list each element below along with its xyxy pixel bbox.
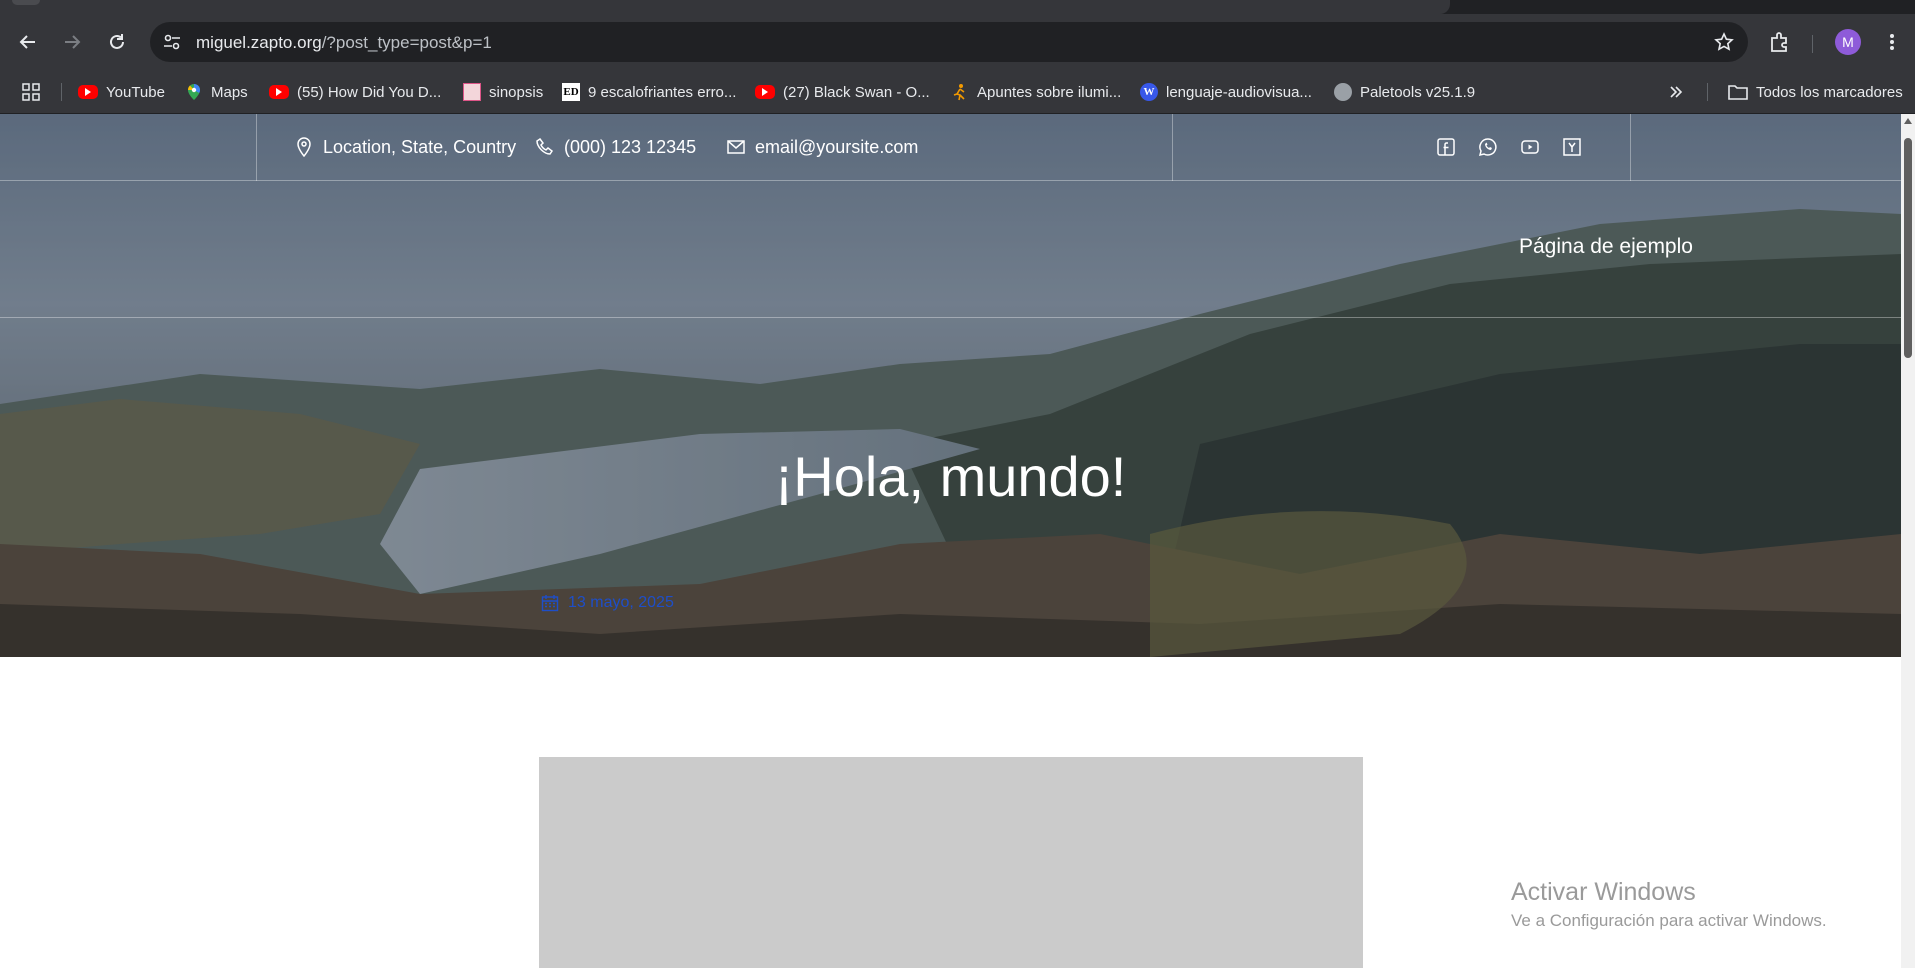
map-pin-icon [297,137,311,157]
profile-avatar[interactable]: M [1835,29,1861,55]
bookmark-apuntes[interactable]: Apuntes sobre ilumi... [951,70,1121,114]
email-info[interactable]: email@yoursite.com [727,114,918,180]
reload-icon [110,34,124,49]
youtube-icon [755,85,775,99]
maps-icon [187,84,200,100]
figure-icon [953,84,965,101]
web-page: Location, State, Country (000) 123 12345… [0,114,1901,968]
bookmarks-bar: YouTube Maps (55) How Did You D... sinop… [0,70,1915,114]
ed-icon: ED [562,83,580,101]
bookmark-maps[interactable]: Maps [185,70,248,114]
youtube-icon [269,85,289,99]
apps-grid-icon [22,83,40,101]
facebook-icon[interactable] [1436,137,1456,157]
browser-toolbar: miguel.zapto.org/?post_type=post&p=1 M [0,14,1915,70]
bookmark-label: Paletools v25.1.9 [1360,83,1476,101]
windows-activation-watermark: Activar Windows Ve a Configuración para … [1511,878,1827,931]
tab-nub [12,0,40,5]
bookmark-paletools[interactable]: Paletools v25.1.9 [1334,70,1475,114]
globe-icon [1334,83,1352,101]
bookmark-label: (55) How Did You D... [297,83,442,101]
address-bar[interactable]: miguel.zapto.org/?post_type=post&p=1 [150,22,1748,62]
youtube-icon [78,85,98,99]
bookmark-lenguaje[interactable]: W lenguaje-audiovisua... [1140,70,1312,114]
bookmarks-overflow-button[interactable] [1668,70,1684,114]
post-date[interactable]: 13 mayo, 2025 [541,594,674,612]
page-scrollbar[interactable] [1901,114,1915,968]
arrow-left-icon [19,35,35,49]
wordpress-icon: W [1140,83,1158,101]
bookmark-label: YouTube [106,83,165,101]
bookmarks-divider [61,83,62,101]
topbar-divider [1630,114,1631,181]
bookmark-how-did-you[interactable]: (55) How Did You D... [269,70,441,114]
tab-strip [0,0,1915,14]
phone-text: (000) 123 12345 [564,136,697,157]
bookmarks-divider [1707,83,1708,101]
whatsapp-icon[interactable] [1478,137,1498,157]
site-info-icon[interactable] [162,32,182,52]
url-path: /?post_type=post&p=1 [321,33,492,52]
topbar-border [0,180,1901,181]
bookmark-label: Apuntes sobre ilumi... [977,83,1122,101]
topbar-divider [256,114,257,181]
bookmark-escalofriantes[interactable]: ED 9 escalofriantes erro... [562,70,736,114]
url-host: miguel.zapto.org [196,33,322,52]
youtube-icon[interactable] [1520,137,1540,157]
all-bookmarks-label: Todos los marcadores [1756,83,1903,101]
back-button[interactable] [14,28,42,56]
bookmark-label: (27) Black Swan - O... [783,83,930,101]
bookmark-youtube[interactable]: YouTube [78,70,165,114]
post-title: ¡Hola, mundo! [774,445,1127,508]
sinopsis-icon [463,83,481,101]
calendar-icon [541,595,559,612]
bookmark-black-swan[interactable]: (27) Black Swan - O... [755,70,930,114]
forward-button[interactable] [58,28,86,56]
location-info: Location, State, Country [295,114,516,180]
topbar-divider [1172,114,1173,181]
location-text: Location, State, Country [323,136,517,157]
featured-image-placeholder [539,757,1363,968]
folder-icon [1728,85,1748,100]
bookmark-label: 9 escalofriantes erro... [588,83,737,101]
mail-icon [727,140,745,154]
reload-button[interactable] [103,28,131,56]
scrollbar-thumb[interactable] [1904,138,1912,358]
bookmark-label: lenguaje-audiovisua... [1166,83,1312,101]
toolbar-divider [1812,35,1813,53]
scroll-up-arrow[interactable] [1904,118,1912,124]
phone-icon [536,138,554,155]
active-tab-edge[interactable] [0,0,1450,14]
hero-overlay [0,114,1901,657]
bookmark-sinopsis[interactable]: sinopsis [463,70,543,114]
url-text[interactable]: miguel.zapto.org/?post_type=post&p=1 [196,33,492,53]
post-date-text: 13 mayo, 2025 [568,594,674,611]
bookmark-label: Maps [211,83,248,101]
nav-border [0,317,1901,318]
nav-link-sample-page[interactable]: Página de ejemplo [1519,235,1693,259]
email-text: email@yoursite.com [755,136,919,157]
activate-windows-title: Activar Windows [1511,878,1696,906]
phone-info[interactable]: (000) 123 12345 [536,114,696,180]
apps-button[interactable] [22,70,40,114]
bookmark-label: sinopsis [489,83,544,101]
bookmark-star-icon[interactable] [1714,32,1734,52]
arrow-right-icon [65,35,81,49]
more-menu-icon[interactable] [1884,28,1900,56]
all-bookmarks-button[interactable]: Todos los marcadores [1728,70,1903,114]
extensions-icon[interactable] [1766,28,1794,56]
yelp-icon[interactable] [1562,137,1582,157]
hero-section: Location, State, Country (000) 123 12345… [0,114,1901,657]
chevron-double-right-icon [1670,86,1683,98]
activate-windows-subtitle: Ve a Configuración para activar Windows. [1511,911,1827,930]
